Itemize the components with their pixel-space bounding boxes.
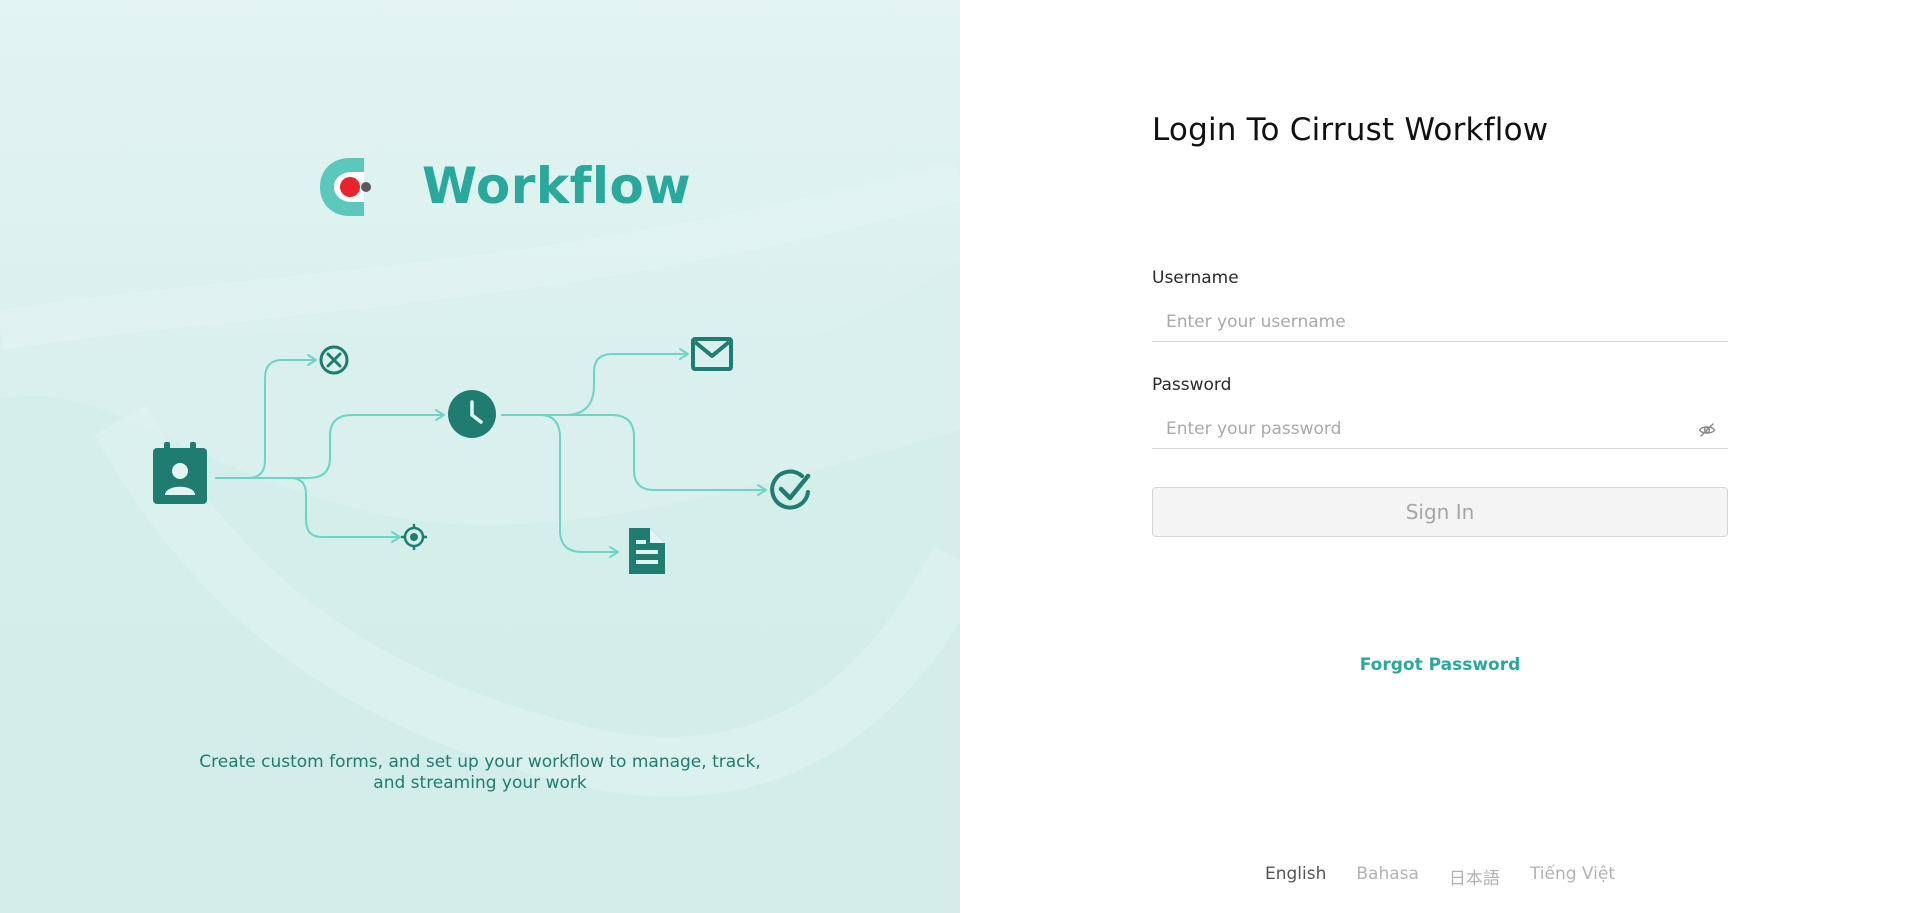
page-title: Login To Cirrust Workflow	[1152, 112, 1549, 148]
clock-icon	[448, 390, 496, 438]
check-circle-icon	[770, 469, 811, 510]
eye-off-icon[interactable]	[1698, 421, 1716, 439]
username-input[interactable]	[1152, 302, 1728, 341]
brand-panel: Workflow Create custom forms, and set up…	[0, 0, 960, 913]
forgot-password-link[interactable]: Forgot Password	[1152, 655, 1728, 675]
password-field-wrap	[1152, 409, 1728, 449]
lang-japanese[interactable]: 日本語	[1449, 864, 1500, 889]
lang-vietnamese[interactable]: Tiếng Việt	[1530, 864, 1615, 889]
tagline-line-2: and streaming your work	[373, 773, 587, 793]
lang-english[interactable]: English	[1265, 864, 1326, 889]
cancel-circle-icon	[319, 345, 349, 375]
contact-calendar-icon	[153, 442, 207, 504]
mail-icon	[691, 337, 733, 371]
tagline: Create custom forms, and set up your wor…	[130, 752, 830, 794]
document-icon	[629, 528, 665, 574]
language-switcher: English Bahasa 日本語 Tiếng Việt	[960, 864, 1920, 889]
username-field-wrap	[1152, 302, 1728, 342]
username-label: Username	[1152, 268, 1239, 288]
lang-bahasa[interactable]: Bahasa	[1356, 864, 1419, 889]
password-label: Password	[1152, 375, 1232, 395]
password-input[interactable]	[1152, 409, 1728, 448]
target-icon	[401, 524, 427, 550]
tagline-line-1: Create custom forms, and set up your wor…	[199, 752, 761, 772]
sign-in-button[interactable]: Sign In	[1152, 487, 1728, 537]
login-panel: Login To Cirrust Workflow Username Passw…	[960, 0, 1920, 913]
